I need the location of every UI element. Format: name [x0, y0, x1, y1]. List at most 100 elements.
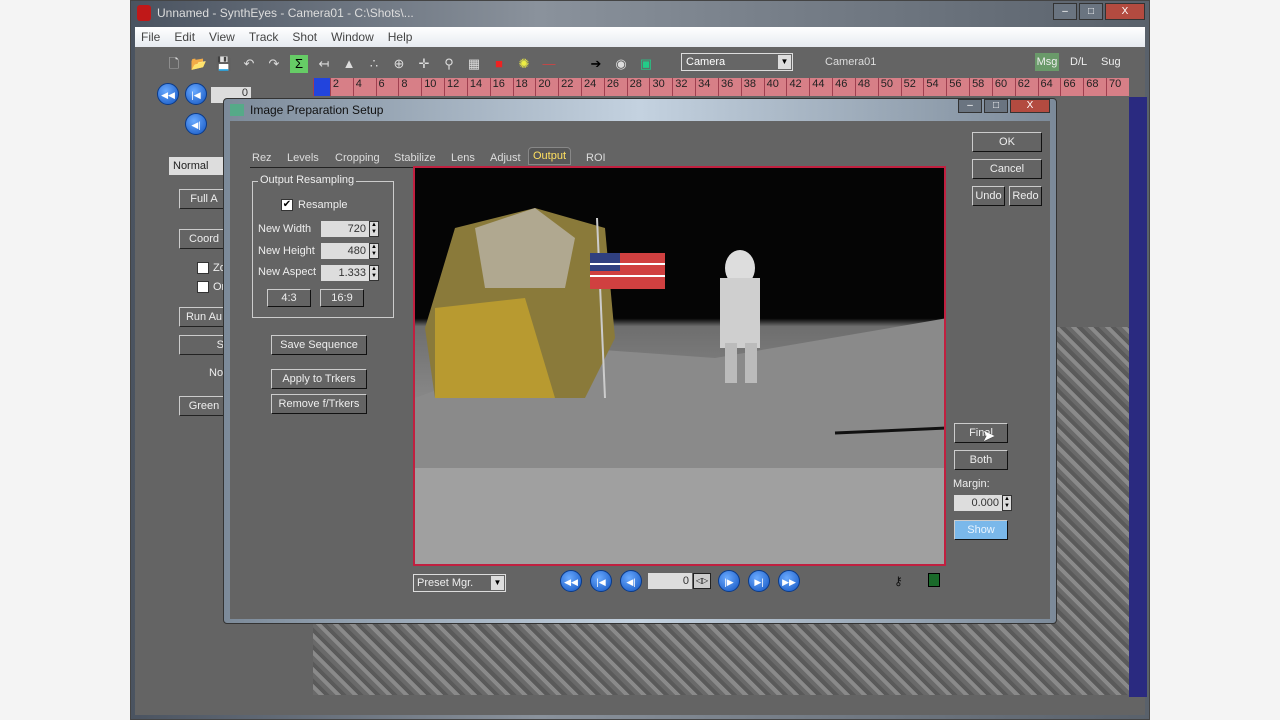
width-spinner[interactable]: ▲ ▼ [369, 221, 379, 237]
close-button[interactable]: X [1105, 3, 1145, 20]
rewind-button[interactable]: ◀◀ [157, 83, 179, 105]
tab-stabilize[interactable]: Stabilize [390, 150, 440, 166]
light-icon[interactable]: ✺ [515, 55, 533, 73]
apply-to-trackers-button[interactable]: Apply to Trkers [271, 369, 367, 389]
fast-forward-button[interactable]: ▶▶ [778, 570, 800, 592]
person-icon[interactable]: ▲ [340, 55, 358, 73]
tab-output[interactable]: Output [528, 147, 572, 165]
margin-field[interactable]: 0.000 [954, 495, 1002, 511]
first-frame-button[interactable]: |◀ [185, 83, 207, 105]
frame-tick: 54 [923, 78, 946, 96]
tracker-icon[interactable]: ↤ [315, 55, 333, 73]
calculator-icon[interactable]: ▦ [465, 55, 483, 73]
resample-checkbox[interactable]: ✔ [281, 199, 293, 211]
menu-track[interactable]: Track [249, 30, 279, 44]
cancel-button[interactable]: Cancel [972, 159, 1042, 179]
dialog-maximize-button[interactable]: □ [984, 99, 1008, 113]
menu-window[interactable]: Window [331, 30, 374, 44]
open-icon[interactable]: 📂 [190, 55, 208, 73]
menu-edit[interactable]: Edit [174, 30, 195, 44]
s-button[interactable]: S [179, 335, 229, 355]
minimize-button[interactable]: – [1053, 3, 1077, 20]
save-sequence-button[interactable]: Save Sequence [271, 335, 367, 355]
menu-view[interactable]: View [209, 30, 235, 44]
frame-tick: 8 [398, 78, 421, 96]
frame-tick: 20 [535, 78, 558, 96]
tab-lens[interactable]: Lens [447, 150, 479, 166]
msg-tab[interactable]: Msg [1035, 53, 1059, 71]
resample-label: Resample [298, 199, 348, 211]
sigma-icon[interactable]: Σ [290, 55, 308, 73]
tab-roi[interactable]: ROI [582, 150, 610, 166]
frame-scrub-icon[interactable]: ◁▷ [693, 573, 711, 589]
sug-tab[interactable]: Sug [1101, 56, 1121, 68]
ok-button[interactable]: OK [972, 132, 1042, 152]
redo-button[interactable]: Redo [1009, 186, 1042, 206]
zoom-checkbox[interactable] [197, 262, 209, 274]
show-button[interactable]: Show [954, 520, 1008, 540]
first-frame-button[interactable]: |◀ [590, 570, 612, 592]
aspect-spinner[interactable]: ▲ ▼ [369, 265, 379, 281]
undo-icon[interactable]: ↶ [240, 55, 258, 73]
only-checkbox[interactable] [197, 281, 209, 293]
timeline-cursor[interactable] [313, 78, 330, 96]
coords-button[interactable]: Coord [179, 229, 229, 249]
margin-spinner[interactable]: ▲ ▼ [1002, 495, 1012, 511]
redo-icon[interactable]: ↷ [265, 55, 283, 73]
both-button[interactable]: Both [954, 450, 1008, 470]
maximize-button[interactable]: □ [1079, 3, 1103, 20]
frame-tick: 64 [1037, 78, 1061, 96]
dialog-frame-field[interactable]: 0 [648, 573, 692, 589]
new-width-field[interactable]: 720 [321, 221, 369, 237]
green-screen-button[interactable]: Green [179, 396, 229, 416]
tab-levels[interactable]: Levels [283, 150, 323, 166]
tab-rez[interactable]: Rez [248, 150, 276, 166]
points-icon[interactable]: ∴ [365, 55, 383, 73]
line-icon[interactable]: — [540, 55, 558, 73]
cube-icon[interactable]: ■ [490, 55, 508, 73]
step-back-button[interactable]: ◀| [185, 113, 207, 135]
frame-tick: 12 [444, 78, 467, 96]
camera-icon[interactable]: ◉ [612, 55, 630, 73]
no-label: No [209, 367, 224, 379]
tab-cropping[interactable]: Cropping [331, 150, 384, 166]
rewind-button[interactable]: ◀◀ [560, 570, 582, 592]
frame-tick: 24 [580, 78, 604, 96]
camera-select[interactable]: Camera ▼ [681, 53, 793, 71]
timeline[interactable]: 2 4 6 8 10 12 14 16 18 20 22 24 26 28 30 32 34 36 38 40 42 44… [313, 78, 1129, 96]
new-icon[interactable]: 🗋 [165, 55, 183, 73]
aspect-4-3-button[interactable]: 4:3 [267, 289, 311, 307]
full-auto-button[interactable]: Full A [179, 189, 229, 209]
step-forward-button[interactable]: |▶ [718, 570, 740, 592]
pin-icon[interactable]: ⚲ [440, 55, 458, 73]
undo-button[interactable]: Undo [972, 186, 1005, 206]
menu-shot[interactable]: Shot [292, 30, 317, 44]
home-icon[interactable] [928, 573, 940, 587]
link-icon[interactable]: ⊕ [390, 55, 408, 73]
new-height-field[interactable]: 480 [321, 243, 369, 259]
remove-from-trackers-button[interactable]: Remove f/Trkers [271, 394, 367, 414]
new-aspect-field[interactable]: 1.333 [321, 265, 369, 281]
save-icon[interactable]: 💾 [215, 55, 233, 73]
preview-image[interactable] [413, 166, 946, 566]
margin-label: Margin: [953, 478, 990, 490]
last-frame-button[interactable]: ▶| [748, 570, 770, 592]
dl-tab[interactable]: D/L [1070, 56, 1087, 68]
motion-mode-select[interactable]: Normal Moti [169, 157, 229, 175]
dialog-close-button[interactable]: X [1010, 99, 1050, 113]
constraint-icon[interactable]: ✛ [415, 55, 433, 73]
dialog-minimize-button[interactable]: – [958, 99, 982, 113]
viewport-icon[interactable]: ▣ [637, 55, 655, 73]
aspect-16-9-button[interactable]: 16:9 [320, 289, 364, 307]
step-back-button[interactable]: ◀| [620, 570, 642, 592]
key-icon[interactable]: ⚷ [894, 574, 903, 588]
height-spinner[interactable]: ▲ ▼ [369, 243, 379, 259]
arrow-icon[interactable]: ➔ [587, 55, 605, 73]
preset-manager-select[interactable]: Preset Mgr. ▼ [413, 574, 506, 592]
final-button[interactable]: Final [954, 423, 1008, 443]
menu-help[interactable]: Help [388, 30, 413, 44]
menu-file[interactable]: File [141, 30, 160, 44]
tab-adjust[interactable]: Adjust [486, 150, 525, 166]
run-auto-button[interactable]: Run Au [179, 307, 229, 327]
viewport-edge [1129, 97, 1147, 697]
